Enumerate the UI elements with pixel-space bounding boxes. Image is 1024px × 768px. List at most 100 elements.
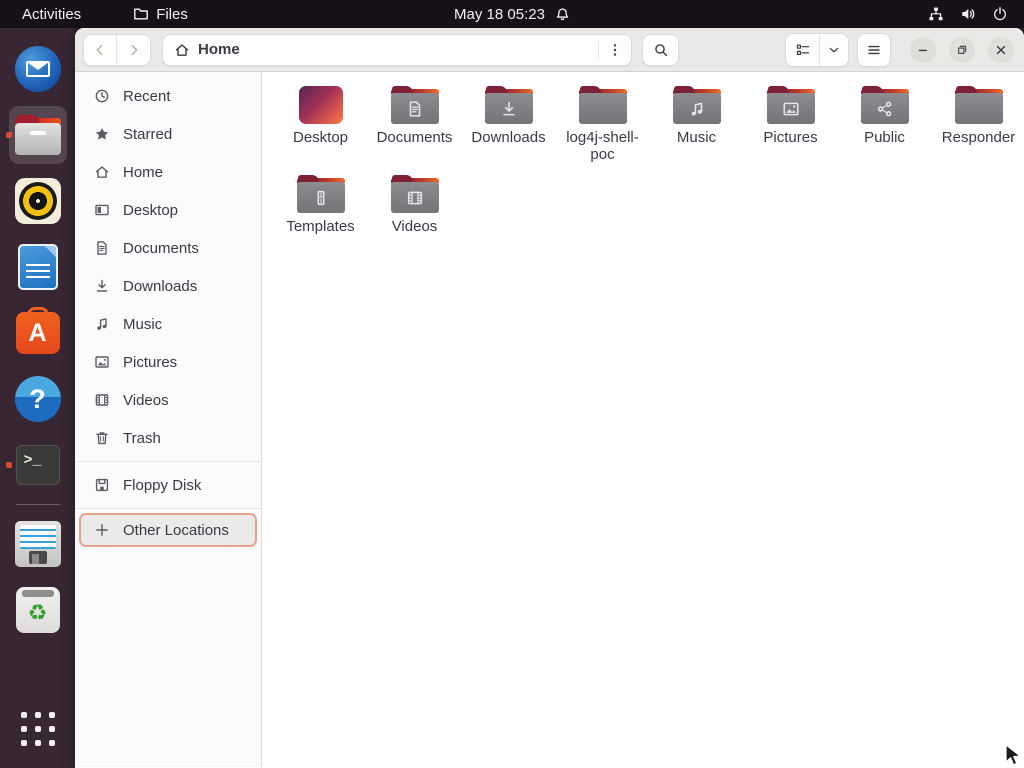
- folder-label: Responder: [942, 129, 1015, 146]
- dock-item-trash[interactable]: ♻: [5, 577, 71, 643]
- system-status-area[interactable]: [920, 0, 1016, 28]
- dock-item-ubuntu-software[interactable]: A: [5, 300, 71, 366]
- plus-icon: [94, 522, 110, 538]
- document-icon: [94, 240, 110, 256]
- folder-videos[interactable]: Videos: [370, 169, 459, 235]
- list-view-button[interactable]: [786, 34, 820, 66]
- sidebar-separator: [75, 508, 261, 509]
- sidebar-item-starred[interactable]: Starred: [75, 115, 261, 153]
- clock-label: May 18 05:23: [454, 6, 545, 23]
- activities-label: Activities: [22, 6, 81, 23]
- files-running-indicator: [6, 132, 12, 138]
- dock-item-files[interactable]: [5, 102, 71, 168]
- kebab-menu-icon: [607, 42, 623, 58]
- dock-item-libreoffice-writer[interactable]: [5, 234, 71, 300]
- sidebar-item-downloads[interactable]: Downloads: [75, 267, 261, 305]
- folder-documents[interactable]: Documents: [370, 80, 459, 163]
- dock-item-thunderbird[interactable]: [5, 36, 71, 102]
- app-menu-button[interactable]: Files: [121, 0, 200, 28]
- folder-music[interactable]: Music: [652, 80, 741, 163]
- dock-item-help[interactable]: ?: [5, 366, 71, 432]
- music-icon: [94, 316, 110, 332]
- folder-icon: [297, 175, 345, 213]
- minimize-button[interactable]: [910, 37, 936, 63]
- sidebar-item-home[interactable]: Home: [75, 153, 261, 191]
- terminal-icon: >_: [16, 445, 60, 485]
- sidebar-item-recent[interactable]: Recent: [75, 77, 261, 115]
- desktop-wallpaper-icon: [299, 86, 343, 124]
- home-icon: [94, 164, 110, 180]
- sidebar-item-trash[interactable]: Trash: [75, 419, 261, 457]
- folder-log4j-shell-poc[interactable]: log4j-shell-poc: [558, 80, 647, 163]
- download-icon: [94, 278, 110, 294]
- mouse-cursor: [1004, 744, 1024, 768]
- sidebar-item-documents[interactable]: Documents: [75, 229, 261, 267]
- sidebar-label: Home: [123, 164, 163, 181]
- search-button[interactable]: [642, 34, 679, 66]
- close-button[interactable]: [988, 37, 1014, 63]
- folder-public[interactable]: Public: [840, 80, 929, 163]
- folder-icon: [861, 86, 909, 124]
- back-button[interactable]: [84, 35, 117, 65]
- view-options-dropdown[interactable]: [820, 34, 848, 66]
- folder-label: Templates: [286, 218, 354, 235]
- folder-icon: [485, 86, 533, 124]
- clock-icon: [94, 88, 110, 104]
- folder-desktop[interactable]: Desktop: [276, 80, 365, 163]
- forward-button[interactable]: [117, 35, 150, 65]
- sidebar-item-desktop[interactable]: Desktop: [75, 191, 261, 229]
- folder-downloads[interactable]: Downloads: [464, 80, 553, 163]
- activities-button[interactable]: Activities: [10, 0, 93, 28]
- top-bar: Activities Files May 18 05:23: [0, 0, 1024, 28]
- sidebar-label: Starred: [123, 126, 172, 143]
- power-icon: [992, 6, 1008, 22]
- sidebar-label: Desktop: [123, 202, 178, 219]
- path-crumb-home[interactable]: Home: [174, 41, 240, 58]
- path-label: Home: [198, 41, 240, 58]
- forward-chevron-icon: [126, 42, 142, 58]
- folder-pictures[interactable]: Pictures: [746, 80, 835, 163]
- back-chevron-icon: [92, 42, 108, 58]
- folder-responder[interactable]: Responder: [934, 80, 1023, 163]
- sidebar-separator: [75, 461, 261, 462]
- files-icon: [15, 115, 61, 155]
- folder-label: Downloads: [471, 129, 545, 146]
- hamburger-menu-button[interactable]: [857, 33, 891, 67]
- sidebar-item-pictures[interactable]: Pictures: [75, 343, 261, 381]
- sidebar-label: Recent: [123, 88, 171, 105]
- folder-label: Public: [864, 129, 905, 146]
- headerbar: Home: [75, 28, 1024, 72]
- trash-icon: ♻: [16, 587, 60, 633]
- location-menu-button[interactable]: [601, 36, 629, 64]
- minimize-icon: [915, 42, 931, 58]
- sidebar-label: Floppy Disk: [123, 477, 201, 494]
- sidebar-item-music[interactable]: Music: [75, 305, 261, 343]
- list-view-icon: [795, 42, 811, 58]
- network-icon: [928, 6, 944, 22]
- libreoffice-writer-icon: [18, 244, 58, 290]
- desktop-icon: [94, 202, 110, 218]
- sidebar-item-videos[interactable]: Videos: [75, 381, 261, 419]
- share-glyph-icon: [876, 100, 894, 118]
- app-grid-icon: [21, 712, 55, 746]
- sidebar-item-floppy-disk[interactable]: Floppy Disk: [75, 466, 261, 504]
- dock-item-rhythmbox[interactable]: [5, 168, 71, 234]
- hamburger-icon: [866, 42, 882, 58]
- pathbar-divider: [598, 41, 599, 59]
- folder-label: Desktop: [293, 129, 348, 146]
- maximize-button[interactable]: [949, 37, 975, 63]
- dock: A ? >_ ♻: [0, 28, 75, 768]
- app-grid-button[interactable]: [5, 696, 71, 762]
- sidebar: Recent Starred Home Desktop Documents Do…: [75, 72, 262, 767]
- path-bar[interactable]: Home: [162, 34, 632, 66]
- sidebar-item-other-locations[interactable]: Other Locations: [79, 513, 257, 547]
- dock-item-terminal[interactable]: >_: [5, 432, 71, 498]
- image-icon: [94, 354, 110, 370]
- folder-templates[interactable]: Templates: [276, 169, 365, 235]
- folder-icon: [579, 86, 627, 124]
- bell-icon: [555, 7, 570, 22]
- floppy-disk-icon: [15, 521, 61, 567]
- folder-label: Documents: [377, 129, 453, 146]
- clock-menu-button[interactable]: May 18 05:23: [442, 0, 582, 28]
- dock-item-floppy-disk[interactable]: [5, 511, 71, 577]
